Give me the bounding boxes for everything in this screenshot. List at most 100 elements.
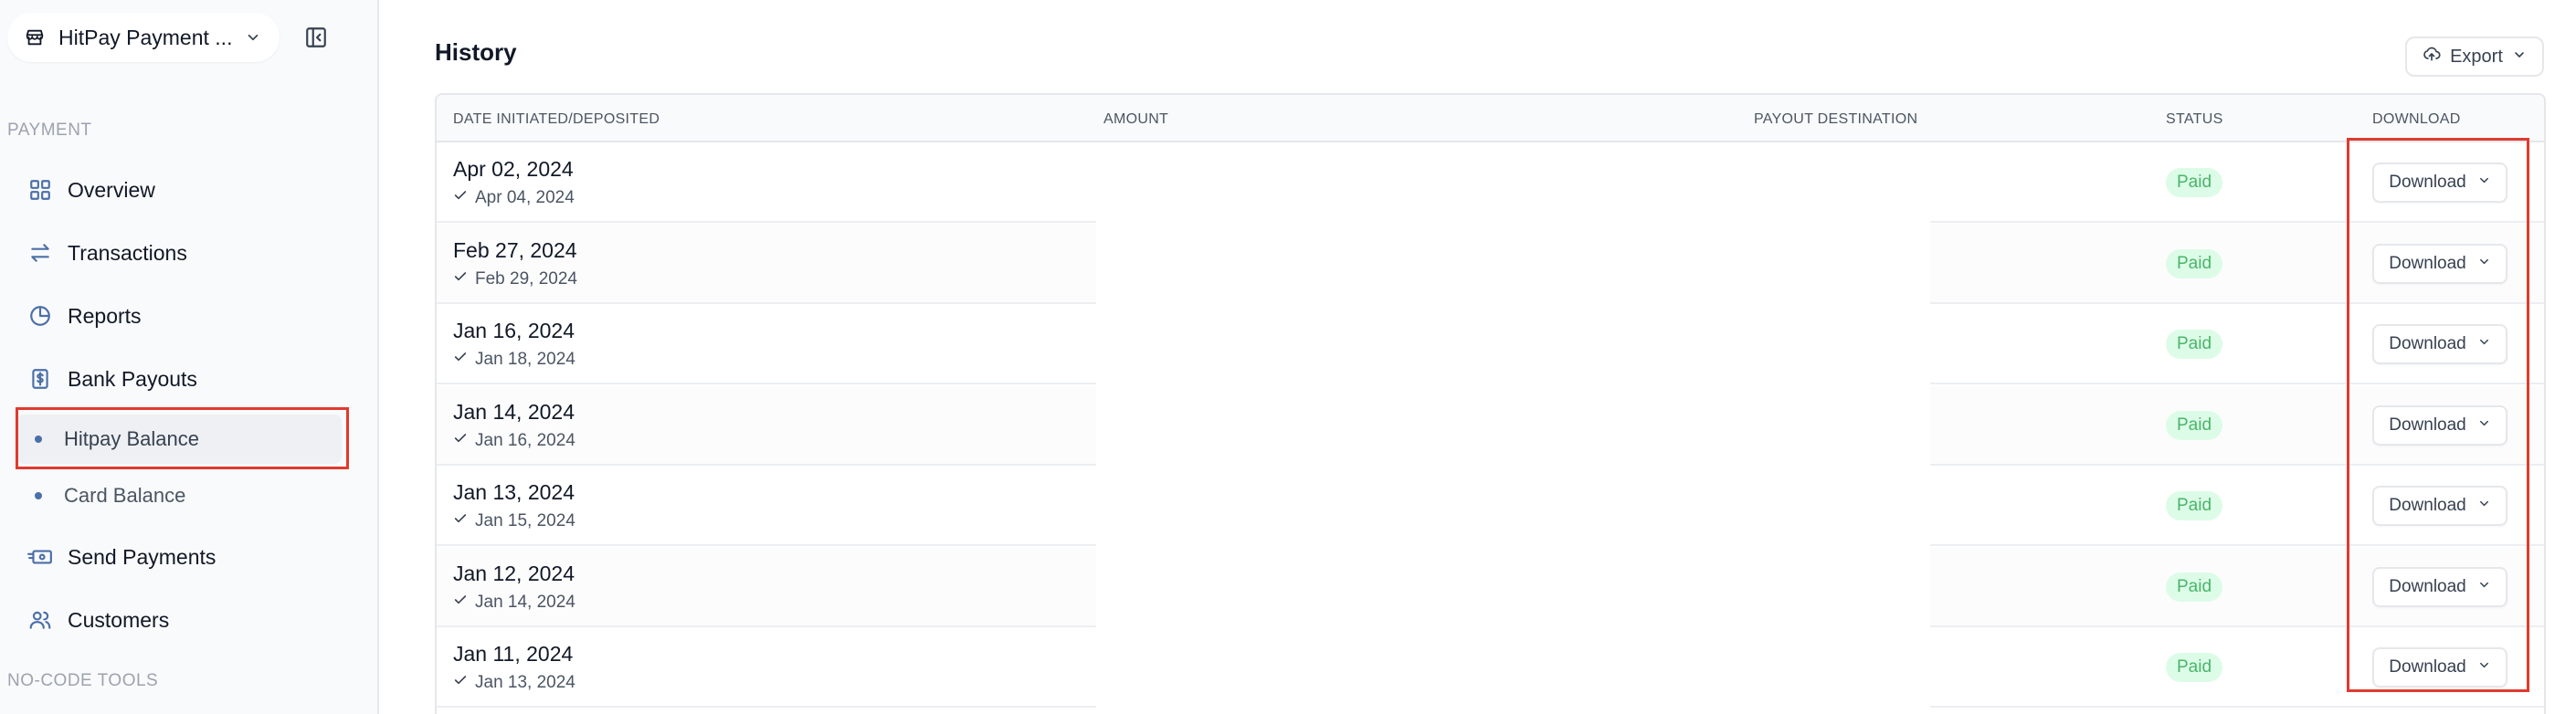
date-initiated: Jan 12, 2024 <box>453 561 575 585</box>
sidebar-item-label: Customers <box>68 607 170 632</box>
page-title: History <box>435 38 517 66</box>
check-icon <box>453 188 468 208</box>
dollar-doc-icon <box>27 366 53 392</box>
date-deposited-text: Jan 13, 2024 <box>475 673 575 692</box>
sidebar-item-label: Transactions <box>68 240 187 265</box>
date-initiated: Jan 14, 2024 <box>453 399 575 424</box>
sidebar-item-send-payments[interactable]: Send Payments <box>27 534 216 580</box>
date-deposited: Jan 15, 2024 <box>453 511 575 531</box>
date-initiated: Feb 27, 2024 <box>453 237 577 262</box>
send-money-icon <box>27 544 53 570</box>
download-button[interactable]: Download <box>2372 163 2507 203</box>
download-label: Download <box>2389 576 2466 596</box>
status-badge: Paid <box>2166 248 2223 278</box>
history-table: DATE INITIATED/DEPOSITED AMOUNT PAYOUT D… <box>435 93 2546 714</box>
date-deposited-text: Jan 16, 2024 <box>475 430 575 450</box>
chevron-down-icon <box>2477 415 2491 436</box>
sidebar-item-bank-payouts[interactable]: Bank Payouts <box>27 356 197 402</box>
amount-cell <box>1096 466 1930 546</box>
sidebar-item-overview[interactable]: Overview <box>27 167 155 213</box>
sidebar-item-card-balance[interactable]: Card Balance <box>16 471 342 520</box>
date-initiated: Jan 13, 2024 <box>453 480 575 504</box>
chevron-down-icon <box>2477 334 2491 354</box>
check-icon <box>453 673 468 693</box>
date-deposited-text: Jan 18, 2024 <box>475 350 575 369</box>
download-label: Download <box>2389 496 2466 515</box>
sidebar-item-label: Reports <box>68 303 142 328</box>
check-icon <box>453 593 468 613</box>
date-initiated: Jan 11, 2024 <box>453 642 574 666</box>
download-button[interactable]: Download <box>2372 324 2507 364</box>
sidebar-item-hitpay-balance[interactable]: Hitpay Balance <box>16 415 342 464</box>
sidebar: HitPay Payment ... PAYMENT Overview Tran… <box>0 0 379 714</box>
account-name: HitPay Payment ... <box>58 25 233 49</box>
amount-cell <box>1096 546 1930 627</box>
status-badge: Paid <box>2166 653 2223 682</box>
account-switcher[interactable]: HitPay Payment ... <box>7 13 280 62</box>
amount-cell <box>1096 627 1930 708</box>
check-icon <box>453 431 468 451</box>
chevron-down-icon <box>2477 496 2491 516</box>
store-icon <box>24 26 46 48</box>
table-row: Jan 16, 2024 Jan 18, 2024 Paid Download <box>437 304 2544 384</box>
grid-icon <box>27 177 53 203</box>
sidebar-item-reports[interactable]: Reports <box>27 293 142 339</box>
download-label: Download <box>2389 173 2466 192</box>
chevron-down-icon <box>2512 47 2527 68</box>
status-badge: Paid <box>2166 491 2223 520</box>
chevron-down-icon <box>2477 173 2491 193</box>
date-deposited: Jan 13, 2024 <box>453 673 575 693</box>
status-badge: Paid <box>2166 168 2223 197</box>
pie-chart-icon <box>27 303 53 329</box>
date-deposited: Feb 29, 2024 <box>453 269 577 289</box>
section-label-nocode: NO-CODE TOOLS <box>7 671 159 690</box>
check-icon <box>453 350 468 370</box>
date-deposited: Jan 14, 2024 <box>453 593 575 613</box>
date-initiated: Jan 16, 2024 <box>453 319 575 342</box>
sidebar-item-label: Bank Payouts <box>68 366 197 391</box>
check-icon <box>453 511 468 531</box>
collapse-sidebar-icon[interactable] <box>301 23 331 52</box>
sidebar-item-label: Send Payments <box>68 544 216 569</box>
chevron-down-icon <box>2477 577 2491 597</box>
sidebar-item-label: Hitpay Balance <box>64 427 199 450</box>
export-button[interactable]: Export <box>2405 37 2544 77</box>
date-deposited: Jan 18, 2024 <box>453 350 575 370</box>
download-button[interactable]: Download <box>2372 243 2507 284</box>
sidebar-item-customers[interactable]: Customers <box>27 597 169 643</box>
amount-cell <box>1096 304 1930 384</box>
cloud-upload-icon <box>2423 45 2441 68</box>
date-initiated: Apr 02, 2024 <box>453 157 574 181</box>
date-deposited-text: Jan 15, 2024 <box>475 511 575 530</box>
date-deposited: Apr 04, 2024 <box>453 188 575 208</box>
chevron-down-icon <box>239 29 267 46</box>
table-row: Jan 11, 2024 Jan 13, 2024 Paid Download <box>437 627 2544 708</box>
download-label: Download <box>2389 253 2466 273</box>
column-header-destination: PAYOUT DESTINATION <box>1754 111 1918 127</box>
export-label: Export <box>2450 46 2503 67</box>
table-row: Feb 27, 2024 Feb 29, 2024 Paid Download <box>437 223 2544 304</box>
chevron-down-icon <box>2477 657 2491 677</box>
column-header-download: DOWNLOAD <box>2372 111 2461 127</box>
column-header-status: STATUS <box>2166 111 2223 127</box>
status-badge: Paid <box>2166 410 2223 440</box>
download-button[interactable]: Download <box>2372 566 2507 607</box>
table-row: Jan 12, 2024 Jan 14, 2024 Paid Download <box>437 546 2544 627</box>
download-button[interactable]: Download <box>2372 404 2507 446</box>
status-badge: Paid <box>2166 572 2223 602</box>
download-label: Download <box>2389 334 2466 353</box>
status-badge: Paid <box>2166 330 2223 359</box>
amount-cell <box>1096 142 1930 223</box>
date-deposited-text: Jan 14, 2024 <box>475 592 575 612</box>
sidebar-item-transactions[interactable]: Transactions <box>27 230 187 276</box>
chevron-down-icon <box>2477 254 2491 274</box>
bullet-dot-icon <box>35 492 42 499</box>
amount-cell <box>1096 223 1930 304</box>
table-row: Apr 02, 2024 Apr 04, 2024 Paid Download <box>437 142 2544 223</box>
download-button[interactable]: Download <box>2372 486 2507 526</box>
download-button[interactable]: Download <box>2372 647 2507 688</box>
bullet-dot-icon <box>35 436 42 443</box>
date-deposited: Jan 16, 2024 <box>453 431 575 451</box>
table-header: DATE INITIATED/DEPOSITED AMOUNT PAYOUT D… <box>437 95 2544 142</box>
section-label-payment: PAYMENT <box>7 121 92 140</box>
